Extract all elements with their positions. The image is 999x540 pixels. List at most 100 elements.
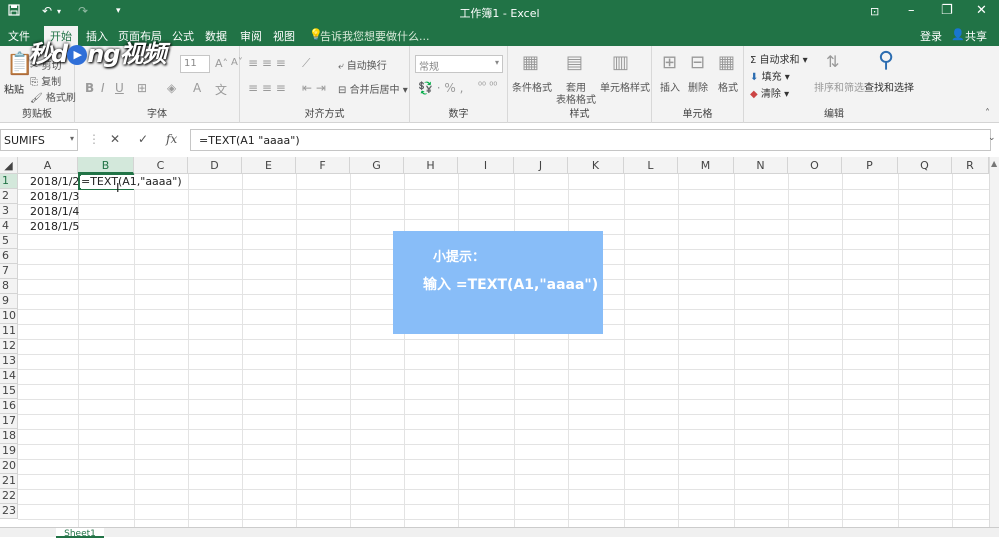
format-painter-button[interactable]: 🖌 格式刷 (30, 89, 76, 104)
merge-center-button[interactable]: ⊟ 合并后居中 ▾ (338, 81, 408, 96)
row-header-17[interactable]: 17 (0, 414, 18, 429)
sign-in-link[interactable]: 登录 (920, 28, 942, 44)
row-header-8[interactable]: 8 (0, 279, 18, 294)
worksheet-grid[interactable]: ◢ A B C D E F G H I J K L M N O P Q R 1 … (0, 157, 999, 537)
tab-formulas[interactable]: 公式 (172, 28, 194, 44)
tab-review[interactable]: 审阅 (240, 28, 262, 44)
conditional-format-icon[interactable]: ▦ (522, 52, 539, 73)
left-align-icon[interactable]: ≡ ≡ ≡ (248, 81, 286, 95)
column-header-h[interactable]: H (404, 157, 458, 174)
tell-me-input[interactable]: 告诉我您想要做什么... (320, 28, 430, 44)
font-size-box[interactable]: 11 (180, 55, 210, 73)
restore-button[interactable]: ❐ (941, 3, 953, 18)
number-format-box[interactable]: 常规 ▾ (415, 55, 503, 73)
column-header-f[interactable]: F (296, 157, 350, 174)
row-header-14[interactable]: 14 (0, 369, 18, 384)
formula-input[interactable]: =TEXT(A1 "aaaa") (190, 129, 991, 151)
delete-cells-icon[interactable]: ⊟ (690, 52, 705, 73)
row-header-16[interactable]: 16 (0, 399, 18, 414)
expand-formula-icon[interactable]: ⌄ (988, 133, 996, 143)
row-header-11[interactable]: 11 (0, 324, 18, 339)
sort-filter-button[interactable]: 排序和筛选 (814, 79, 864, 94)
row-header-9[interactable]: 9 (0, 294, 18, 309)
fill-color-icon[interactable]: ◈ (167, 81, 176, 95)
row-header-4[interactable]: 4 (0, 219, 18, 234)
vertical-scrollbar[interactable]: ▲ (989, 157, 999, 527)
font-color-icon[interactable]: A (193, 81, 201, 95)
row-header-13[interactable]: 13 (0, 354, 18, 369)
find-select-button[interactable]: 查找和选择 (864, 79, 914, 94)
row-header-12[interactable]: 12 (0, 339, 18, 354)
row-header-3[interactable]: 3 (0, 204, 18, 219)
enter-formula-button[interactable]: ✓ (138, 132, 148, 146)
insert-cells-button[interactable]: 插入 (660, 79, 680, 94)
autosum-button[interactable]: Σ 自动求和 ▾ (750, 51, 808, 66)
table-format-button-line2[interactable]: 表格格式 (556, 91, 596, 106)
delete-cells-button[interactable]: 删除 (688, 79, 708, 94)
cell-a4[interactable]: 2018/1/5 (30, 220, 79, 234)
paste-button[interactable]: 粘贴 (4, 81, 24, 96)
format-cells-button[interactable]: 格式 (718, 79, 738, 94)
underline-button[interactable]: U (115, 81, 124, 95)
ribbon-display-icon[interactable]: ⊡ (870, 5, 879, 18)
row-header-21[interactable]: 21 (0, 474, 18, 489)
cell-a2[interactable]: 2018/1/3 (30, 190, 79, 204)
tab-data[interactable]: 数据 (205, 28, 227, 44)
column-header-l[interactable]: L (624, 157, 678, 174)
column-header-n[interactable]: N (734, 157, 788, 174)
select-all-corner[interactable]: ◢ (0, 157, 18, 174)
collapse-ribbon-icon[interactable]: ˄ (985, 108, 990, 119)
phonetic-icon[interactable]: 文 (215, 81, 227, 98)
scroll-up-icon[interactable]: ▲ (991, 159, 997, 168)
row-header-10[interactable]: 10 (0, 309, 18, 324)
fill-button[interactable]: ⬇ 填充 ▾ (750, 68, 790, 83)
column-header-c[interactable]: C (134, 157, 188, 174)
column-header-o[interactable]: O (788, 157, 842, 174)
italic-button[interactable]: I (101, 81, 105, 95)
tab-file[interactable]: 文件 (8, 28, 30, 44)
row-header-6[interactable]: 6 (0, 249, 18, 264)
column-header-r[interactable]: R (952, 157, 989, 174)
row-header-23[interactable]: 23 (0, 504, 18, 519)
column-header-a[interactable]: A (18, 157, 78, 174)
row-header-22[interactable]: 22 (0, 489, 18, 504)
top-align-icon[interactable]: ≡ ≡ ≡ (248, 56, 286, 70)
bold-button[interactable]: B (85, 81, 94, 95)
column-header-m[interactable]: M (678, 157, 734, 174)
cancel-formula-button[interactable]: ✕ (110, 132, 120, 146)
column-header-e[interactable]: E (242, 157, 296, 174)
row-header-19[interactable]: 19 (0, 444, 18, 459)
column-header-q[interactable]: Q (898, 157, 952, 174)
column-header-k[interactable]: K (568, 157, 624, 174)
accounting-format-icon[interactable]: 💱 · % , (418, 81, 463, 95)
table-format-icon[interactable]: ▤ (566, 52, 583, 73)
share-button[interactable]: 共享 (965, 28, 987, 44)
indent-icon[interactable]: ⇤ ⇥ (302, 81, 326, 95)
cell-styles-icon[interactable]: ▥ (612, 52, 629, 73)
column-header-j[interactable]: J (514, 157, 568, 174)
increase-font-icon[interactable]: A˄ (215, 57, 228, 70)
wrap-text-button[interactable]: ⤶ 自动换行 (338, 57, 387, 72)
close-button[interactable]: ✕ (976, 3, 987, 18)
copy-button[interactable]: ⎘ 复制 (30, 73, 61, 88)
row-header-2[interactable]: 2 (0, 189, 18, 204)
minimize-button[interactable]: – (908, 3, 915, 18)
name-box[interactable]: SUMIFS ▾ (0, 129, 78, 151)
column-header-i[interactable]: I (458, 157, 514, 174)
row-header-20[interactable]: 20 (0, 459, 18, 474)
borders-icon[interactable]: ⊞ (137, 81, 147, 95)
clear-button[interactable]: ◆ 清除 ▾ (750, 85, 789, 100)
row-header-15[interactable]: 15 (0, 384, 18, 399)
orientation-icon[interactable]: ⟋ (302, 56, 310, 71)
column-header-b[interactable]: B (78, 157, 134, 174)
conditional-format-button[interactable]: 条件格式 (512, 79, 552, 94)
cell-styles-button[interactable]: 单元格样式 (600, 79, 650, 94)
cell-a3[interactable]: 2018/1/4 (30, 205, 79, 219)
column-header-g[interactable]: G (350, 157, 404, 174)
row-header-1[interactable]: 1 (0, 174, 18, 189)
column-header-d[interactable]: D (188, 157, 242, 174)
row-header-7[interactable]: 7 (0, 264, 18, 279)
row-header-5[interactable]: 5 (0, 234, 18, 249)
cell-b1[interactable]: =TEXT(A1,"aaaa") (81, 175, 182, 189)
tab-view[interactable]: 视图 (273, 28, 295, 44)
